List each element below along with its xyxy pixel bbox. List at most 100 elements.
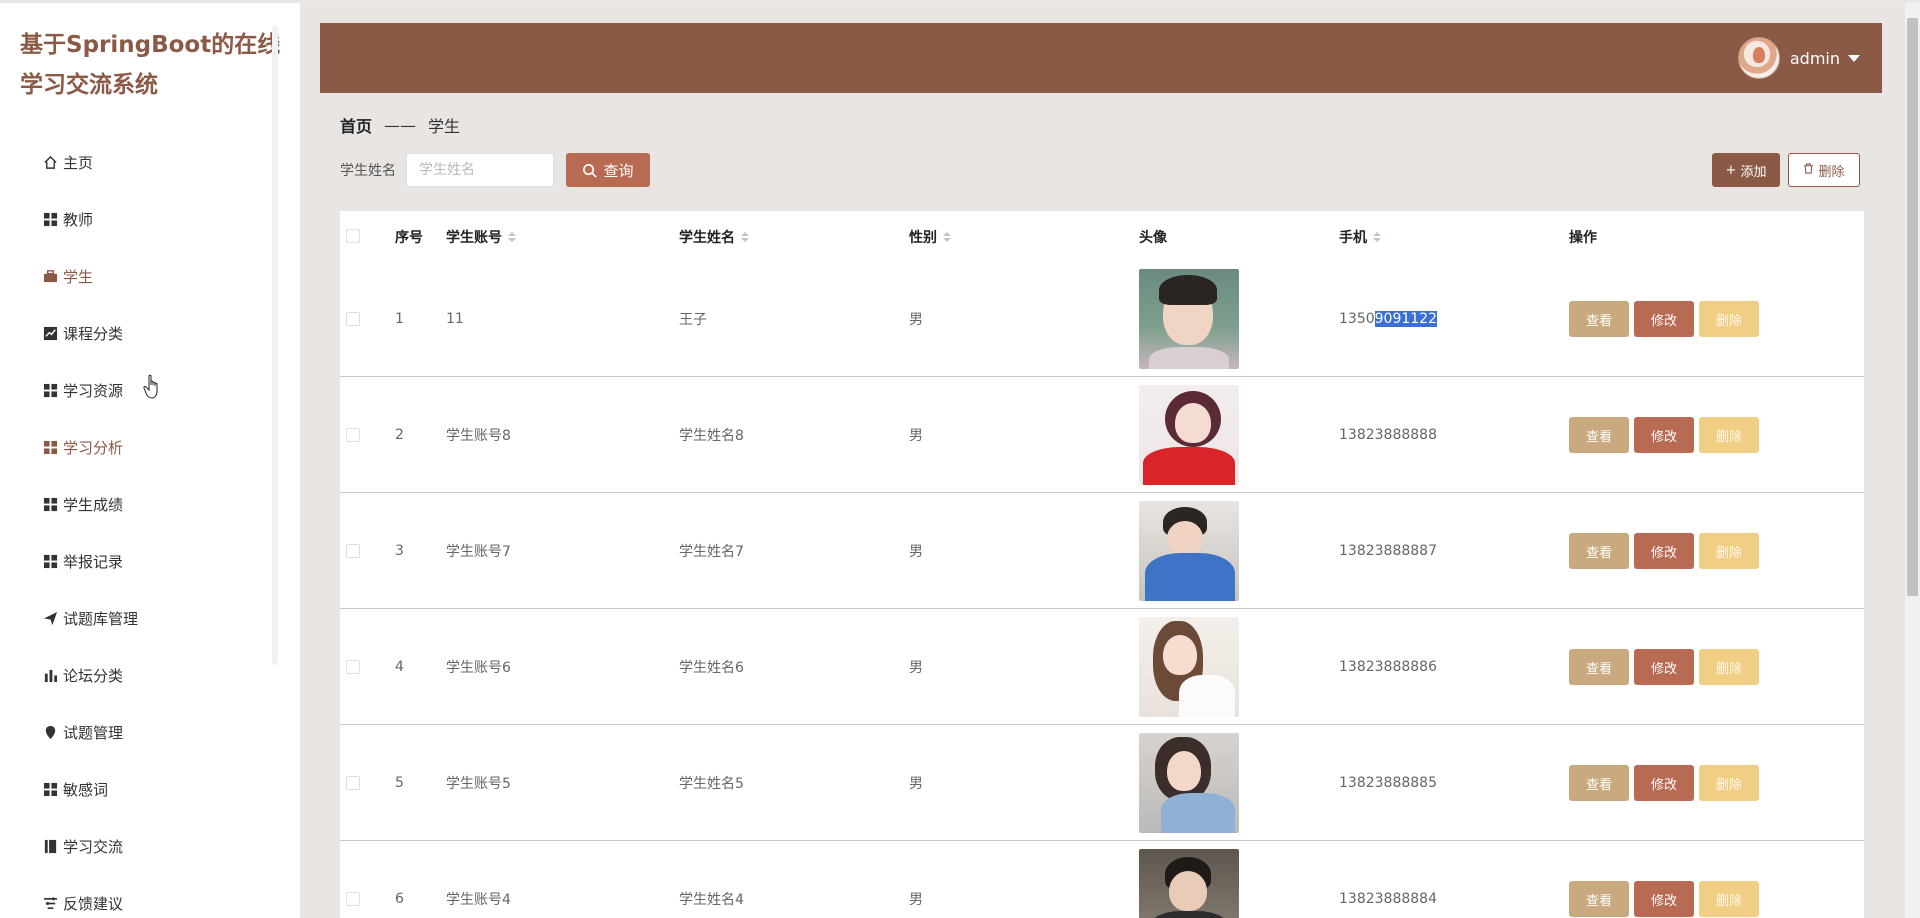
- avatar: [1737, 37, 1780, 79]
- sidebar-item-label: 主页: [63, 154, 94, 172]
- add-button-label: 添加: [1740, 164, 1767, 180]
- edit-button[interactable]: 修改: [1634, 649, 1694, 685]
- sidebar-item-student[interactable]: 学生: [42, 248, 138, 305]
- view-button[interactable]: 查看: [1569, 301, 1629, 337]
- sidebar: 基于SpringBoot的在线学习交流系统 主页 教师 学生 课程分类 学习资源…: [0, 3, 300, 918]
- sidebar-item-home[interactable]: 主页: [42, 134, 138, 191]
- bar-chart-icon: [42, 668, 58, 684]
- col-index: 序号: [395, 227, 423, 247]
- table-row: 4 学生账号6 学生姓名6 男 13823888886 查看 修改 删除: [340, 609, 1864, 725]
- page-scrollbar-thumb[interactable]: [1907, 18, 1918, 596]
- cell-index: 4: [395, 659, 404, 675]
- sidebar-item-student-scores[interactable]: 学生成绩: [42, 476, 138, 533]
- student-photo[interactable]: [1139, 269, 1239, 369]
- table-row: 2 学生账号8 学生姓名8 男 13823888888 查看 修改 删除: [340, 377, 1864, 493]
- chevron-down-icon: [1848, 54, 1860, 62]
- sidebar-item-label: 试题管理: [63, 724, 124, 742]
- phone-text-selected: 9091122: [1374, 311, 1437, 327]
- add-button[interactable]: + 添加: [1712, 153, 1780, 187]
- row-checkbox[interactable]: [346, 312, 360, 326]
- cell-account: 学生账号7: [446, 544, 511, 560]
- edit-button[interactable]: 修改: [1634, 417, 1694, 453]
- sidebar-item-label: 敏感词: [63, 781, 109, 799]
- cell-phone: 13823888885: [1339, 775, 1437, 791]
- sort-icon[interactable]: [741, 232, 749, 242]
- hand-cursor-icon: [143, 374, 158, 399]
- sidebar-item-reports[interactable]: 举报记录: [42, 533, 138, 590]
- row-checkbox[interactable]: [346, 428, 360, 442]
- sidebar-item-course-category[interactable]: 课程分类: [42, 305, 138, 362]
- row-checkbox[interactable]: [346, 544, 360, 558]
- remove-button[interactable]: 删除: [1699, 417, 1759, 453]
- remove-button[interactable]: 删除: [1699, 765, 1759, 801]
- sort-icon[interactable]: [508, 232, 516, 242]
- cell-gender: 男: [909, 660, 923, 676]
- search-bar: 学生姓名 查询: [340, 153, 650, 187]
- student-photo[interactable]: [1139, 617, 1239, 717]
- sidebar-item-forum-category[interactable]: 论坛分类: [42, 647, 138, 704]
- row-checkbox[interactable]: [346, 776, 360, 790]
- col-account[interactable]: 学生账号: [446, 227, 516, 247]
- grid-icon: [42, 440, 58, 456]
- student-photo[interactable]: [1139, 501, 1239, 601]
- sort-icon[interactable]: [943, 232, 951, 242]
- breadcrumb: 首页 —— 学生: [340, 113, 460, 137]
- sidebar-item-label: 学生: [63, 268, 94, 286]
- row-actions: 查看 修改 删除: [1569, 765, 1759, 801]
- row-checkbox[interactable]: [346, 660, 360, 674]
- sidebar-item-learning-analysis[interactable]: 学习分析: [42, 419, 138, 476]
- col-gender[interactable]: 性别: [909, 227, 951, 247]
- col-name[interactable]: 学生姓名: [679, 227, 749, 247]
- sidebar-item-label: 反馈建议: [63, 895, 124, 913]
- col-actions: 操作: [1569, 227, 1597, 247]
- student-photo[interactable]: [1139, 849, 1239, 918]
- col-phone[interactable]: 手机: [1339, 227, 1381, 247]
- col-avatar: 头像: [1139, 227, 1167, 247]
- briefcase-icon: [42, 269, 58, 285]
- sidebar-item-question-manage[interactable]: 试题管理: [42, 704, 138, 761]
- col-phone-label: 手机: [1339, 230, 1367, 246]
- sidebar-item-question-bank[interactable]: 试题库管理: [42, 590, 138, 647]
- sidebar-scrollbar[interactable]: [272, 25, 278, 665]
- sidebar-item-sensitive-words[interactable]: 敏感词: [42, 761, 138, 818]
- sidebar-item-label: 论坛分类: [63, 667, 124, 685]
- sidebar-item-learning-exchange[interactable]: 学习交流: [42, 818, 138, 875]
- edit-button[interactable]: 修改: [1634, 765, 1694, 801]
- search-icon: [583, 163, 598, 178]
- cell-name: 学生姓名4: [679, 892, 744, 908]
- cell-phone: 13823888886: [1339, 659, 1437, 675]
- view-button[interactable]: 查看: [1569, 533, 1629, 569]
- student-photo[interactable]: [1139, 385, 1239, 485]
- edit-button[interactable]: 修改: [1634, 881, 1694, 917]
- sidebar-item-learning-resources[interactable]: 学习资源: [42, 362, 138, 419]
- breadcrumb-home[interactable]: 首页: [340, 113, 372, 137]
- plus-icon: +: [1725, 162, 1737, 178]
- remove-button[interactable]: 删除: [1699, 649, 1759, 685]
- delete-button[interactable]: 删除: [1788, 153, 1860, 187]
- remove-button[interactable]: 删除: [1699, 881, 1759, 917]
- sidebar-item-teacher[interactable]: 教师: [42, 191, 138, 248]
- sidebar-item-label: 学习分析: [63, 439, 124, 457]
- remove-button[interactable]: 删除: [1699, 533, 1759, 569]
- cell-gender: 男: [909, 892, 923, 908]
- view-button[interactable]: 查看: [1569, 765, 1629, 801]
- view-button[interactable]: 查看: [1569, 417, 1629, 453]
- remove-button[interactable]: 删除: [1699, 301, 1759, 337]
- user-menu[interactable]: admin: [1737, 37, 1860, 79]
- cell-index: 1: [395, 311, 404, 327]
- row-checkbox[interactable]: [346, 892, 360, 906]
- edit-button[interactable]: 修改: [1634, 301, 1694, 337]
- location-icon: [42, 725, 58, 741]
- view-button[interactable]: 查看: [1569, 649, 1629, 685]
- send-icon: [42, 611, 58, 627]
- sidebar-item-feedback[interactable]: 反馈建议: [42, 875, 138, 918]
- cell-name: 学生姓名8: [679, 428, 744, 444]
- select-all-checkbox[interactable]: [346, 229, 360, 243]
- edit-button[interactable]: 修改: [1634, 533, 1694, 569]
- sort-icon[interactable]: [1373, 232, 1381, 242]
- view-button[interactable]: 查看: [1569, 881, 1629, 917]
- search-input[interactable]: [406, 153, 554, 187]
- student-photo[interactable]: [1139, 733, 1239, 833]
- table-header: 序号 学生账号 学生姓名 性别 头像 手机 操作: [340, 211, 1864, 261]
- query-button[interactable]: 查询: [566, 153, 650, 187]
